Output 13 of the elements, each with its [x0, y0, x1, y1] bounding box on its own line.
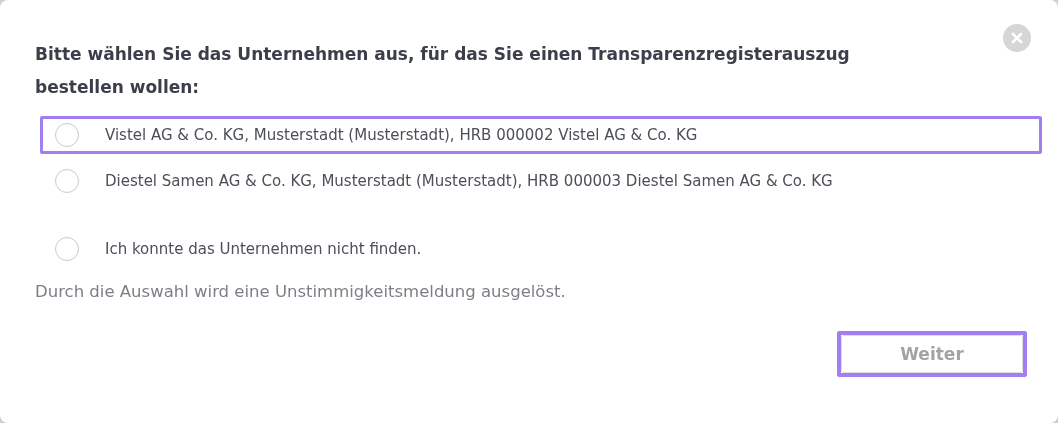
dialog-heading: Bitte wählen Sie das Unternehmen aus, für das Sie einen Transparenzregisterauszug bestellen wollen:: [35, 43, 851, 99]
company-option[interactable]: Ich konnte das Unternehmen nicht finden.: [40, 230, 1042, 268]
option-label: Vistel AG & Co. KG, Musterstadt (Musterstadt), HRB 000002 Vistel AG & Co. KG: [105, 126, 698, 144]
option-label: Diestel Samen AG & Co. KG, Musterstadt (Musterstadt), HRB 000003 Diestel Samen AG & Co. KG: [105, 172, 833, 190]
company-option[interactable]: Vistel AG & Co. KG, Musterstadt (Musterstadt), HRB 000002 Vistel AG & Co. KG: [40, 116, 1042, 154]
radio-button[interactable]: [55, 237, 79, 261]
radio-button[interactable]: [55, 123, 79, 147]
close-button[interactable]: [1003, 24, 1031, 52]
radio-button[interactable]: [55, 169, 79, 193]
hint-text: Durch die Auswahl wird eine Unstimmigkeitsmeldung ausgelöst.: [35, 282, 566, 301]
company-option[interactable]: Diestel Samen AG & Co. KG, Musterstadt (Musterstadt), HRB 000003 Diestel Samen AG & Co. KG: [40, 162, 1042, 200]
option-label: Ich konnte das Unternehmen nicht finden.: [105, 240, 422, 258]
close-icon: [1011, 32, 1023, 44]
